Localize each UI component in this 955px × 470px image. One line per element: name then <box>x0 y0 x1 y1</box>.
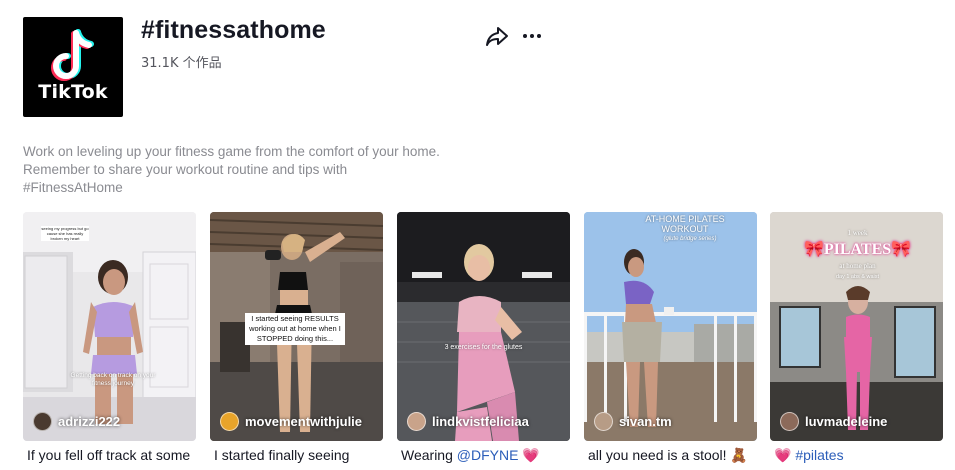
share-button[interactable] <box>484 24 510 48</box>
avatar <box>33 412 52 431</box>
author-name: luvmadeleine <box>805 414 888 429</box>
mention-link[interactable]: @DFYNE <box>457 447 519 463</box>
video-author[interactable]: adrizzi222 <box>33 412 120 431</box>
video-card[interactable]: 1 week 🎀PILATES🎀 at home plan day 1 abs … <box>770 212 943 441</box>
video-overlay-text: Getting back on track on your fitness jo… <box>70 372 156 387</box>
video-card[interactable]: 3 exercises for the glutes lindkvistfeli… <box>397 212 570 441</box>
tiktok-logo: TikTok <box>23 17 123 117</box>
author-name: adrizzi222 <box>58 414 121 429</box>
author-name: lindkvistfeliciaa <box>432 414 529 429</box>
video-author[interactable]: movementwithjulie <box>220 412 362 431</box>
description-line: Work on leveling up your fitness game fr… <box>23 144 440 159</box>
video-caption[interactable]: I started finally seeing <box>214 447 349 463</box>
video-overlay-subtext: at home plan <box>839 262 876 270</box>
video-overlay-text: seeing my progress but go cause she has … <box>41 226 89 241</box>
video-thumbnail <box>397 212 570 441</box>
video-overlay-text: I started seeing RESULTS working out at … <box>245 313 345 345</box>
video-caption[interactable]: If you fell off track at some <box>27 447 190 463</box>
video-overlay-small: day 1 abs & waist <box>835 274 880 280</box>
video-author[interactable]: sivan.tm <box>594 412 672 431</box>
caption-text: Wearing <box>401 447 457 463</box>
video-overlay-text: 3 exercises for the glutes <box>444 344 523 351</box>
ellipsis-icon <box>523 34 541 38</box>
description-line: #FitnessAtHome <box>23 180 123 195</box>
video-thumbnail <box>584 212 757 441</box>
author-name: sivan.tm <box>619 414 672 429</box>
hashtag-link[interactable]: #pilates <box>795 447 843 463</box>
video-overlay-title: 🎀PILATES🎀 <box>803 241 912 258</box>
avatar <box>407 412 426 431</box>
video-card[interactable]: seeing my progress but go cause she has … <box>23 212 196 441</box>
video-author[interactable]: lindkvistfeliciaa <box>407 412 529 431</box>
video-overlay-subtext: (glute bridge series) <box>663 236 717 242</box>
logo-wordmark: TikTok <box>38 81 108 103</box>
share-icon <box>486 27 508 46</box>
more-options-button[interactable] <box>520 24 544 48</box>
author-name: movementwithjulie <box>245 414 363 429</box>
video-count: 31.1K 个作品 <box>141 56 222 71</box>
caption-text: 💗 <box>774 447 796 463</box>
avatar <box>220 412 239 431</box>
video-caption[interactable]: all you need is a stool! 🧸 <box>588 447 748 464</box>
video-overlay-text: 1 week <box>847 229 868 237</box>
caption-text: 💗 <box>518 447 540 463</box>
avatar <box>594 412 613 431</box>
video-caption[interactable]: Wearing @DFYNE 💗 <box>401 447 540 464</box>
description-line: Remember to share your workout routine a… <box>23 162 348 177</box>
video-caption[interactable]: 💗 #pilates <box>774 447 844 464</box>
avatar <box>780 412 799 431</box>
video-author[interactable]: luvmadeleine <box>780 412 887 431</box>
video-card[interactable]: I started seeing RESULTS working out at … <box>210 212 383 441</box>
hashtag-description: Work on leveling up your fitness game fr… <box>23 143 493 197</box>
video-card[interactable]: AT-HOME PILATES WORKOUT (glute bridge se… <box>584 212 757 441</box>
video-overlay-text: AT-HOME PILATES WORKOUT <box>645 214 725 234</box>
video-thumbnail <box>23 212 196 441</box>
page-title: #fitnessathome <box>141 16 326 44</box>
